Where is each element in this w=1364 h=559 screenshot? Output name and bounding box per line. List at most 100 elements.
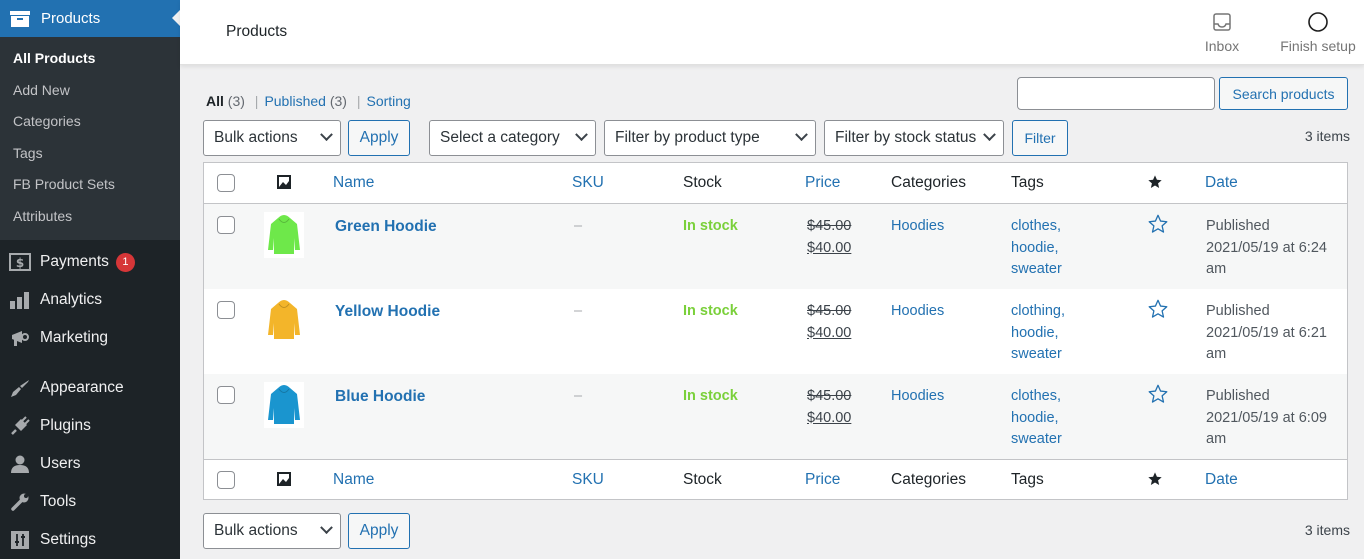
stock-status-select[interactable]: Filter by stock status: [824, 120, 1004, 156]
tag-link[interactable]: hoodie,: [1011, 238, 1062, 260]
plug-icon: [9, 416, 31, 436]
bulk-actions-value: Bulk actions: [214, 522, 298, 539]
star-filled-icon[interactable]: [1147, 471, 1163, 490]
regular-price: $45.00: [807, 388, 852, 404]
sidebar-item-settings[interactable]: Settings: [0, 521, 180, 559]
table-footer-row: Name SKU Stock Price Categories Tags Dat…: [204, 459, 1347, 499]
column-price[interactable]: Price: [805, 471, 840, 489]
image-icon: [277, 175, 291, 189]
sidebar-item-label: Payments: [40, 253, 109, 270]
megaphone-icon: [9, 328, 31, 348]
column-stock: Stock: [683, 174, 722, 191]
sidebar-item-label: Plugins: [40, 417, 91, 434]
product-price: $45.00 $40.00: [807, 301, 851, 344]
search-products-button[interactable]: Search products: [1219, 77, 1348, 110]
sale-price: $40.00: [807, 409, 852, 426]
tag-link[interactable]: clothing,: [1011, 301, 1065, 323]
product-name-link[interactable]: Yellow Hoodie: [335, 301, 440, 323]
items-count-bottom: 3 items: [1304, 522, 1350, 538]
column-price[interactable]: Price: [805, 174, 840, 192]
sidebar-item-users[interactable]: Users: [0, 445, 180, 483]
separator: |: [356, 93, 361, 109]
inbox-button[interactable]: Inbox: [1196, 10, 1248, 54]
tag-link[interactable]: sweater: [1011, 429, 1062, 451]
product-price: $45.00 $40.00: [807, 216, 851, 259]
submenu-categories[interactable]: Categories: [0, 106, 180, 138]
publish-ampm: am: [1206, 431, 1227, 447]
product-thumbnail[interactable]: [264, 382, 304, 428]
sale-price: $40.00: [807, 324, 852, 341]
apply-button-bottom[interactable]: Apply: [348, 513, 410, 549]
paintbrush-icon: [9, 378, 31, 398]
row-checkbox[interactable]: [217, 301, 235, 319]
view-all-link[interactable]: All: [206, 93, 224, 109]
column-sku[interactable]: SKU: [572, 174, 604, 192]
payments-icon: $: [9, 252, 31, 272]
notification-badge: 1: [115, 252, 135, 272]
filter-button[interactable]: Filter: [1012, 120, 1068, 156]
sidebar-item-products[interactable]: Products: [0, 0, 180, 37]
column-date[interactable]: Date: [1205, 174, 1238, 192]
column-date[interactable]: Date: [1205, 471, 1238, 489]
star-outline-icon[interactable]: [1147, 213, 1169, 238]
select-all-checkbox[interactable]: [217, 174, 235, 192]
sidebar-item-tools[interactable]: Tools: [0, 483, 180, 521]
star-filled-icon[interactable]: [1147, 174, 1163, 193]
product-name-link[interactable]: Green Hoodie: [335, 216, 437, 238]
category-select[interactable]: Select a category: [429, 120, 596, 156]
product-tags: clothing, hoodie, sweater: [1011, 301, 1065, 366]
category-link[interactable]: Hoodies: [891, 301, 944, 323]
product-name-link[interactable]: Blue Hoodie: [335, 386, 425, 408]
tag-link[interactable]: clothes,: [1011, 216, 1062, 238]
tag-link[interactable]: clothes,: [1011, 386, 1062, 408]
finish-setup-button[interactable]: Finish setup: [1276, 10, 1360, 54]
star-outline-icon[interactable]: [1147, 298, 1169, 323]
view-published-link[interactable]: Published: [264, 93, 326, 109]
tag-link[interactable]: hoodie,: [1011, 408, 1062, 430]
archive-icon: [10, 10, 30, 27]
sidebar-item-payments[interactable]: $ Payments 1: [0, 243, 180, 281]
top-header: Products Inbox Finish setup: [180, 0, 1364, 65]
tag-link[interactable]: hoodie,: [1011, 323, 1065, 345]
view-filters: All (3) | Published (3) | Sorting: [206, 93, 411, 109]
product-thumbnail[interactable]: [264, 212, 304, 258]
sidebar-item-appearance[interactable]: Appearance: [0, 369, 180, 407]
product-thumbnail[interactable]: [264, 297, 304, 343]
stock-status: In stock: [683, 218, 738, 234]
view-sorting-link[interactable]: Sorting: [366, 93, 410, 109]
column-name[interactable]: Name: [333, 174, 374, 192]
chevron-down-icon: [320, 128, 333, 142]
submenu-tags[interactable]: Tags: [0, 138, 180, 170]
star-outline-icon[interactable]: [1147, 383, 1169, 408]
submenu-all-products[interactable]: All Products: [0, 43, 180, 75]
chevron-down-icon: [795, 128, 808, 142]
view-published-count: (3): [329, 93, 347, 109]
column-sku[interactable]: SKU: [572, 471, 604, 489]
product-type-select[interactable]: Filter by product type: [604, 120, 816, 156]
select-all-checkbox[interactable]: [217, 471, 235, 489]
chevron-down-icon: [575, 128, 588, 142]
search-input[interactable]: [1017, 77, 1215, 110]
sidebar-item-plugins[interactable]: Plugins: [0, 407, 180, 445]
apply-button[interactable]: Apply: [348, 120, 410, 156]
column-name[interactable]: Name: [333, 471, 374, 489]
stock-status: In stock: [683, 388, 738, 404]
submenu-attributes[interactable]: Attributes: [0, 201, 180, 233]
submenu-add-new[interactable]: Add New: [0, 75, 180, 107]
category-link[interactable]: Hoodies: [891, 216, 944, 238]
product-sku: –: [574, 218, 583, 234]
category-value: Select a category: [440, 129, 560, 146]
submenu-fb-product-sets[interactable]: FB Product Sets: [0, 169, 180, 201]
row-checkbox[interactable]: [217, 216, 235, 234]
publish-status: Published: [1206, 388, 1270, 404]
sidebar-item-analytics[interactable]: Analytics: [0, 281, 180, 319]
bulk-actions-select[interactable]: Bulk actions: [203, 120, 341, 156]
column-tags: Tags: [1011, 471, 1044, 488]
tag-link[interactable]: sweater: [1011, 344, 1065, 366]
regular-price: $45.00: [807, 218, 852, 234]
category-link[interactable]: Hoodies: [891, 386, 944, 408]
row-checkbox[interactable]: [217, 386, 235, 404]
sidebar-item-marketing[interactable]: Marketing: [0, 319, 180, 357]
tag-link[interactable]: sweater: [1011, 259, 1062, 281]
bulk-actions-select-bottom[interactable]: Bulk actions: [203, 513, 341, 549]
